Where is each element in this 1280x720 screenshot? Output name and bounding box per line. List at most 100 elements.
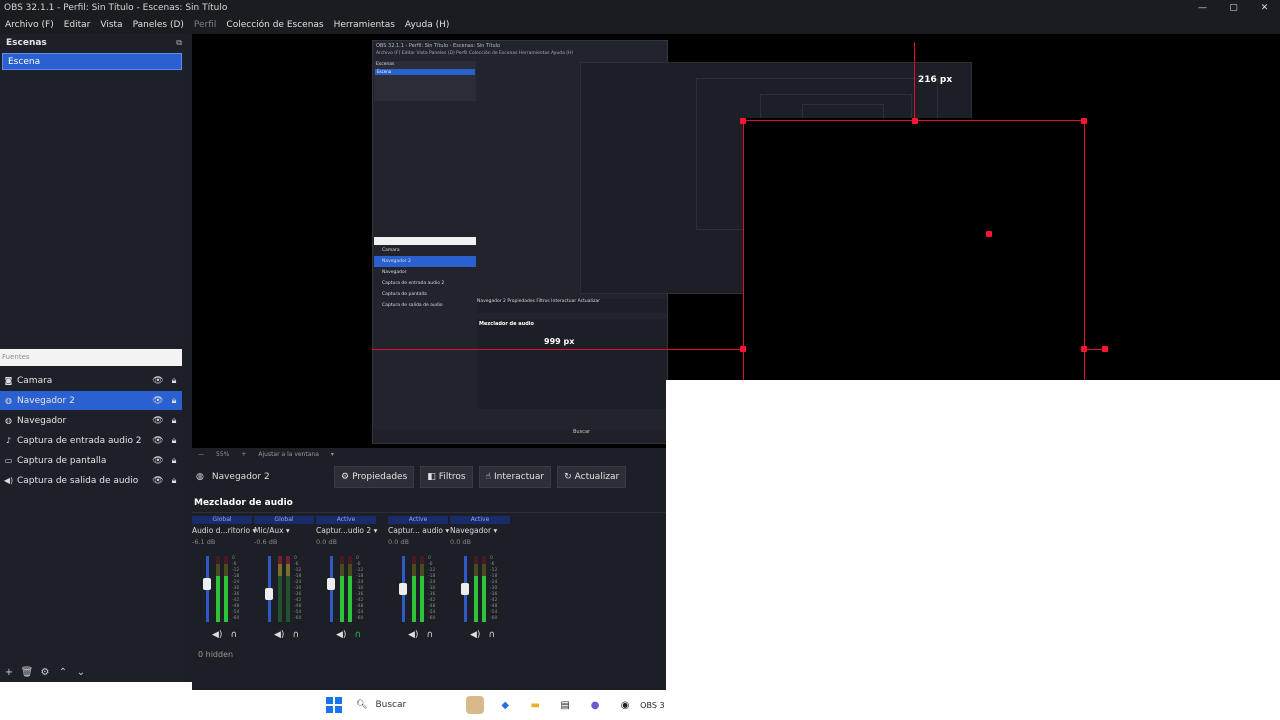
lock-icon[interactable]: 🔒︎ [166,416,182,426]
maximize-button[interactable]: ▢ [1218,0,1249,16]
eye-icon[interactable]: 👁 [150,396,166,406]
red-handle-bottom-left[interactable] [740,346,746,352]
red-handle-top[interactable] [912,118,918,124]
volume-fader[interactable] [399,556,407,622]
lock-icon[interactable]: 🔒︎ [166,376,182,386]
zoom-out-icon[interactable]: — [198,451,204,458]
lock-icon[interactable]: 🔒︎ [166,436,182,446]
source-row-captura-pantalla[interactable]: ▭ Captura de pantalla 👁 🔒︎ [0,451,182,470]
headphones-icon[interactable]: ∩ [292,630,299,640]
speaker-icon[interactable]: ◀) [336,630,346,640]
lock-icon[interactable]: 🔒︎ [166,456,182,466]
chevron-down-icon[interactable]: ▾ [331,451,334,458]
source-row-navegador[interactable]: ◍ Navegador 👁 🔒︎ [0,411,182,430]
minimize-button[interactable]: — [1187,0,1218,16]
red-handle-middle[interactable] [986,231,992,237]
source-row-captura-entrada-audio-2[interactable]: ♪ Captura de entrada audio 2 👁 🔒︎ [0,431,182,450]
red-handle-bottom-right[interactable] [1081,346,1087,352]
speaker-icon[interactable]: ◀) [470,630,480,640]
windows-start-icon[interactable] [326,697,342,713]
mixer-channel: Active Captur... audio ▾ 0.0 dB 0 -6 -12 -18 -2… [388,516,458,644]
obs-taskbar-label[interactable]: OBS 3 [640,701,664,710]
menu-vista[interactable]: Vista [95,20,127,30]
move-down-icon[interactable]: ⌄ [72,667,90,678]
scene-item[interactable]: Escena [2,53,182,70]
lock-icon[interactable]: 🔒︎ [166,396,182,406]
zoom-in-icon[interactable]: + [241,451,246,458]
channel-controls: ◀) ∩ [274,630,299,640]
channel-name[interactable]: Mic/Aux ▾ [254,526,324,535]
menu-perfil[interactable]: Perfil [189,20,222,30]
level-bars [216,556,228,622]
fader-knob[interactable] [461,583,469,595]
menu-paneles[interactable]: Paneles (D) [128,20,189,30]
channel-name[interactable]: Captur...udio 2 ▾ [316,526,386,535]
source-row-camara[interactable]: ◙ Camara 👁 🔒︎ [0,371,182,390]
move-up-icon[interactable]: ⌃ [54,667,72,678]
lock-icon[interactable]: 🔒︎ [166,476,182,486]
store-icon[interactable]: ▤ [556,696,574,714]
speaker-icon[interactable]: ◀) [408,630,418,640]
speaker-icon[interactable]: ◀) [274,630,284,640]
fit-to-window-label[interactable]: Ajustar a la ventana [258,451,319,458]
fader-knob[interactable] [399,583,407,595]
headphones-icon[interactable]: ∩ [426,630,433,640]
volume-fader[interactable] [461,556,469,622]
eye-icon[interactable]: 👁 [150,436,166,446]
copilot-icon[interactable]: ◆ [496,696,514,714]
gear-icon[interactable]: ⚙ [36,667,54,678]
interact-button[interactable]: ☝ Interactuar [478,466,552,488]
channel-name-label: Captur...udio 2 [316,526,372,535]
volume-fader[interactable] [265,556,273,622]
add-source-icon[interactable]: + [0,667,18,678]
red-handle-top-right[interactable] [1081,118,1087,124]
headphones-icon[interactable]: ∩ [488,630,495,640]
chevron-down-icon[interactable]: ▾ [445,526,449,535]
speaker-icon[interactable]: ◀) [212,630,222,640]
channel-name-label: Mic/Aux [254,526,284,535]
chevron-down-icon[interactable]: ▾ [286,526,290,535]
filters-button[interactable]: ◧ Filtros [420,466,473,488]
close-button[interactable]: ✕ [1249,0,1280,16]
refresh-button[interactable]: ↻ Actualizar [557,466,627,488]
fader-knob[interactable] [265,588,273,600]
source-row-navegador-2[interactable]: ◍ Navegador 2 👁 🔒︎ [0,391,182,410]
db-scale: 0 -6 -12 -18 -24 -30 -36 -42 -48 -54 -60 [294,556,301,622]
volume-fader[interactable] [327,556,335,622]
widget-icon[interactable] [466,696,485,714]
mixer-channel: Active Navegador ▾ 0.0 dB 0 -6 -12 -18 -24 -30 -3… [450,516,520,644]
fader-knob[interactable] [203,578,211,590]
folder-icon[interactable]: ▬ [526,696,544,714]
menu-ayuda[interactable]: Ayuda (H) [400,20,454,30]
red-guide-horizontal-left [372,349,744,350]
source-row-captura-salida-audio[interactable]: ◀) Captura de salida de audio 👁 🔒︎ [0,471,182,490]
eye-icon[interactable]: 👁 [150,416,166,426]
chevron-down-icon[interactable]: ▾ [493,526,497,535]
red-handle-top-left[interactable] [740,118,746,124]
obs-icon[interactable]: ◉ [616,696,634,714]
red-handle-right[interactable] [1102,346,1108,352]
db-tick: -60 [428,616,436,621]
headphones-icon[interactable]: ∩ [354,630,361,640]
level-bar-right [348,556,352,622]
taskbar-search[interactable]: 🔍︎ Buscar [356,700,406,710]
captured-scenes-dock: Escenas Escena [374,61,476,101]
volume-fader[interactable] [203,556,211,622]
menu-herramientas[interactable]: Herramientas [329,20,400,30]
eye-icon[interactable]: 👁 [150,376,166,386]
menu-archivo[interactable]: Archivo (F) [0,20,59,30]
channel-name[interactable]: Captur... audio ▾ [388,526,458,535]
menu-editar[interactable]: Editar [59,20,96,30]
eye-icon[interactable]: 👁 [150,476,166,486]
chevron-down-icon[interactable]: ▾ [374,526,378,535]
channel-name[interactable]: Audio d...ritorio ▾ [192,526,262,535]
teams-icon[interactable]: ● [586,696,604,714]
undock-icon[interactable]: ⧉ [176,38,182,48]
fader-knob[interactable] [327,578,335,590]
properties-button[interactable]: ⚙ Propiedades [334,466,415,488]
menu-coleccion-escenas[interactable]: Colección de Escenas [221,20,328,30]
channel-name[interactable]: Navegador ▾ [450,526,520,535]
eye-icon[interactable]: 👁 [150,456,166,466]
trash-icon[interactable]: 🗑︎ [18,667,36,678]
headphones-icon[interactable]: ∩ [230,630,237,640]
